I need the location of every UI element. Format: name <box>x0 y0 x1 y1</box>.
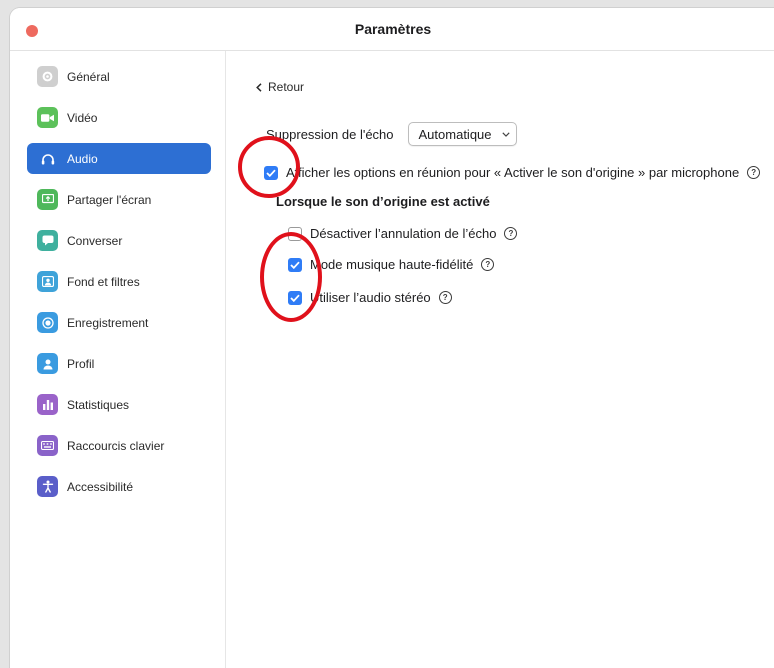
disable-echo-cancellation-row: Désactiver l’annulation de l’écho ? <box>288 226 518 241</box>
sidebar-item-recording[interactable]: Enregistrement <box>27 307 211 338</box>
sidebar-item-label: Raccourcis clavier <box>67 438 165 453</box>
checkmark-icon <box>290 261 300 269</box>
sidebar-item-label: Vidéo <box>67 110 98 125</box>
checkmark-icon <box>266 169 276 177</box>
hifi-music-mode-checkbox[interactable] <box>288 257 302 272</box>
share-screen-icon <box>37 189 58 210</box>
settings-sidebar: Général Vidéo Audio Partager l'écran Con <box>10 51 226 668</box>
back-button[interactable]: Retour <box>256 80 304 94</box>
sidebar-item-video[interactable]: Vidéo <box>27 102 211 133</box>
disable-echo-cancellation-checkbox[interactable] <box>288 226 302 241</box>
sidebar-item-profile[interactable]: Profil <box>27 348 211 379</box>
window-title: Paramètres <box>354 21 432 37</box>
sidebar-item-label: Statistiques <box>67 397 130 412</box>
sidebar-item-label: Enregistrement <box>67 315 149 330</box>
sidebar-item-label: Audio <box>67 151 98 166</box>
chat-bubble-icon <box>37 230 58 251</box>
back-label: Retour <box>268 80 305 94</box>
keyboard-icon <box>37 435 58 456</box>
hifi-music-mode-label: Mode musique haute-fidélité <box>310 257 474 272</box>
headphones-icon <box>37 148 58 169</box>
original-sound-checkbox[interactable] <box>264 165 278 180</box>
sidebar-item-audio[interactable]: Audio <box>27 143 211 174</box>
stereo-audio-checkbox[interactable] <box>288 290 302 305</box>
record-icon <box>37 312 58 333</box>
chevron-left-icon <box>256 82 262 92</box>
title-bar: Paramètres <box>10 8 774 51</box>
echo-suppression-row: Suppression de l'écho Automatique <box>266 122 517 146</box>
accessibility-icon <box>37 476 58 497</box>
echo-suppression-label: Suppression de l'écho <box>266 126 394 142</box>
sidebar-item-label: Profil <box>67 356 95 371</box>
settings-window: Paramètres Général Vidéo Audio Partager … <box>10 8 774 668</box>
sidebar-item-label: Accessibilité <box>67 479 134 494</box>
sidebar-item-background-filters[interactable]: Fond et filtres <box>27 266 211 297</box>
sidebar-item-chat[interactable]: Converser <box>27 225 211 256</box>
original-sound-option-label: Afficher les options en réunion pour « A… <box>286 165 740 180</box>
echo-suppression-value: Automatique <box>418 126 492 142</box>
gear-icon <box>37 66 58 87</box>
original-sound-option-row: Afficher les options en réunion pour « A… <box>264 165 761 180</box>
sidebar-item-label: Général <box>67 69 110 84</box>
help-icon[interactable]: ? <box>504 227 518 240</box>
disable-echo-cancellation-label: Désactiver l’annulation de l’écho <box>310 226 497 241</box>
stereo-audio-row: Utiliser l’audio stéréo ? <box>288 290 452 305</box>
sidebar-item-accessibility[interactable]: Accessibilité <box>27 471 211 502</box>
help-icon[interactable]: ? <box>438 291 452 304</box>
original-sound-subheading: Lorsque le son d’origine est activé <box>276 194 490 209</box>
profile-icon <box>37 353 58 374</box>
echo-suppression-select[interactable]: Automatique <box>407 122 517 146</box>
sidebar-item-statistics[interactable]: Statistiques <box>27 389 211 420</box>
stereo-audio-label: Utiliser l’audio stéréo <box>310 290 431 305</box>
chevron-down-icon <box>501 131 510 137</box>
video-camera-icon <box>37 107 58 128</box>
help-icon[interactable]: ? <box>481 258 495 271</box>
hifi-music-mode-row: Mode musique haute-fidélité ? <box>288 257 495 272</box>
background-icon <box>37 271 58 292</box>
statistics-icon <box>37 394 58 415</box>
sidebar-item-share-screen[interactable]: Partager l'écran <box>27 184 211 215</box>
checkmark-icon <box>290 294 300 302</box>
sidebar-item-label: Partager l'écran <box>67 192 152 207</box>
sidebar-item-label: Converser <box>67 233 123 248</box>
sidebar-item-general[interactable]: Général <box>27 61 211 92</box>
help-icon[interactable]: ? <box>747 166 761 179</box>
audio-settings-panel: Retour Suppression de l'écho Automatique… <box>226 51 774 668</box>
sidebar-item-label: Fond et filtres <box>67 274 140 289</box>
sidebar-item-keyboard-shortcuts[interactable]: Raccourcis clavier <box>27 430 211 461</box>
